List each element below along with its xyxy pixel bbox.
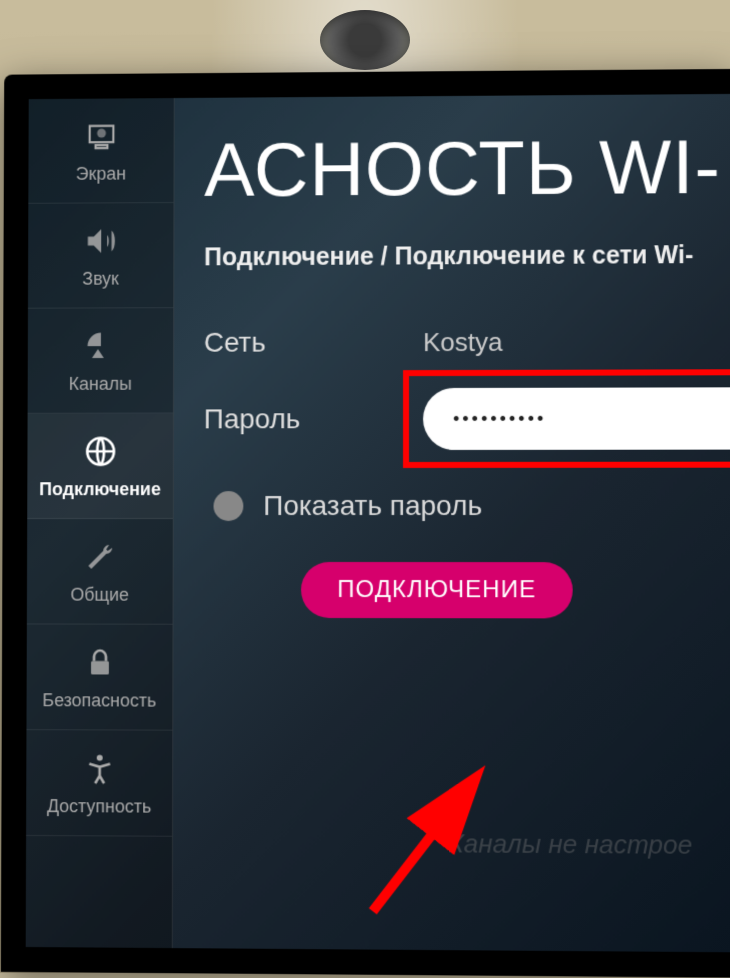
show-password-label: Показать пароль	[263, 490, 482, 522]
lock-icon	[80, 643, 120, 683]
sidebar-item-channels[interactable]: Каналы	[28, 308, 174, 414]
sidebar-item-label: Подключение	[39, 479, 161, 500]
password-label: Пароль	[204, 403, 423, 435]
connect-button-row: ПОДКЛЮЧЕНИЕ	[203, 562, 730, 619]
sidebar-item-security[interactable]: Безопасность	[26, 624, 172, 730]
satellite-icon	[81, 326, 121, 366]
password-input[interactable]	[423, 387, 730, 450]
page-title: АСНОСТЬ WI-	[204, 124, 730, 214]
sidebar-item-label: Каналы	[69, 374, 132, 395]
sidebar-item-connection[interactable]: Подключение	[27, 413, 173, 519]
channels-hint: Каналы не настрое	[448, 828, 692, 861]
sidebar-item-label: Звук	[82, 269, 119, 290]
sidebar-item-label: Общие	[70, 585, 129, 606]
tv-frame: Экран Звук Каналы Подключение	[1, 69, 730, 978]
globe-icon	[80, 431, 120, 471]
settings-sidebar: Экран Звук Каналы Подключение	[26, 98, 175, 948]
wrench-icon	[80, 537, 120, 577]
connect-button[interactable]: ПОДКЛЮЧЕНИЕ	[301, 562, 572, 618]
breadcrumb: Подключение / Подключение к сети Wi-	[204, 241, 730, 272]
tv-screen: Экран Звук Каналы Подключение	[26, 94, 730, 952]
sidebar-item-accessibility[interactable]: Доступность	[26, 730, 172, 837]
wall-mount	[320, 10, 410, 70]
sidebar-item-sound[interactable]: Звук	[28, 203, 174, 309]
show-password-checkbox[interactable]: Показать пароль	[213, 490, 730, 522]
sidebar-item-label: Безопасность	[42, 690, 156, 711]
sidebar-item-screen[interactable]: Экран	[28, 98, 173, 204]
password-row: Пароль	[204, 387, 730, 450]
speaker-icon	[81, 221, 121, 261]
sidebar-item-label: Экран	[76, 164, 126, 185]
network-value: Kostya	[423, 326, 503, 357]
sidebar-item-general[interactable]: Общие	[27, 519, 173, 625]
network-row: Сеть Kostya	[204, 325, 730, 359]
accessibility-icon	[79, 748, 119, 788]
network-label: Сеть	[204, 326, 423, 359]
screen-icon	[81, 116, 121, 156]
password-field-wrap	[423, 387, 730, 450]
sidebar-item-label: Доступность	[47, 796, 151, 818]
main-panel: АСНОСТЬ WI- Подключение / Подключение к …	[173, 94, 730, 952]
checkbox-circle-icon	[213, 491, 243, 521]
